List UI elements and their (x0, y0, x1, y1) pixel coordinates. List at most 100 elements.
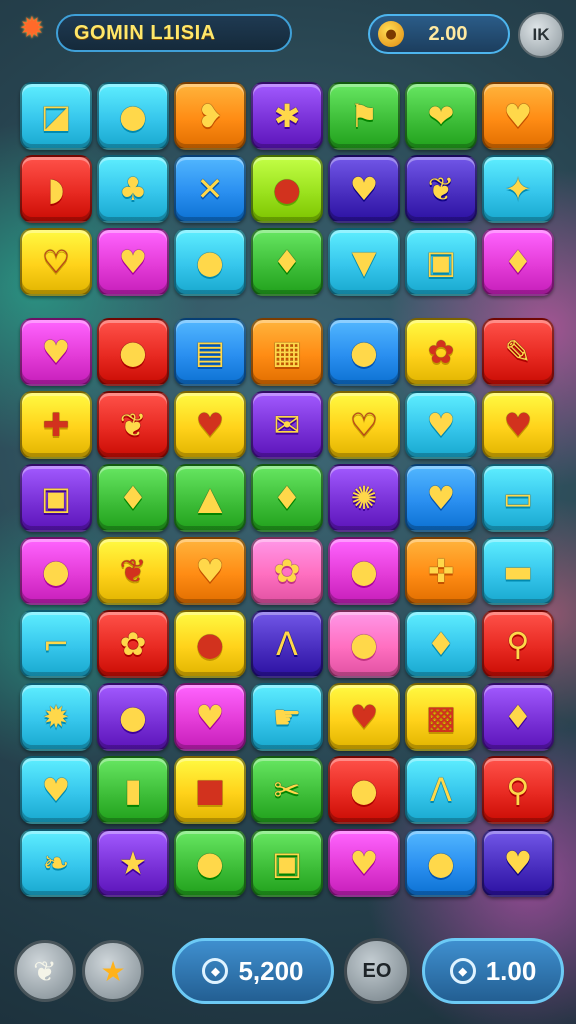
tile-yellow[interactable]: ✚ (20, 391, 92, 459)
tile-yellow[interactable]: ♥ (174, 391, 246, 459)
tile-red[interactable]: ✿ (97, 610, 169, 678)
tile-cyan[interactable]: ✹ (20, 683, 92, 751)
tile-cyan[interactable]: ▬ (482, 537, 554, 605)
heart-pin-icon: ♥ (503, 406, 533, 444)
tile-lime[interactable]: ● (251, 155, 323, 223)
cake-icon: ▩ (425, 698, 457, 736)
top-bar: ✹ GOMIN L1ISIA ● 2.00 IK (0, 0, 576, 70)
tile-blue[interactable]: ● (328, 318, 400, 386)
coin-counter[interactable]: ● 2.00 (368, 14, 510, 54)
tile-red[interactable]: ❦ (97, 391, 169, 459)
heart-icon: ♥ (503, 97, 533, 135)
tile-green[interactable]: ♦ (251, 464, 323, 532)
apple-icon: ● (196, 844, 224, 882)
tile-green[interactable]: ▮ (97, 756, 169, 824)
tile-cyan[interactable]: ▭ (482, 464, 554, 532)
tile-blue[interactable]: ▤ (174, 318, 246, 386)
tile-purple[interactable]: ▣ (20, 464, 92, 532)
tile-cyan[interactable]: ♣ (97, 155, 169, 223)
tile-orange[interactable]: ♥ (482, 82, 554, 150)
star-button[interactable]: ★ (82, 940, 144, 1002)
tile-cyan[interactable]: ♦ (405, 610, 477, 678)
plum-icon: ● (42, 552, 70, 590)
tile-cyan[interactable]: ▼ (328, 228, 400, 296)
tile-orange[interactable]: ▦ (251, 318, 323, 386)
coin-icon: ● (378, 21, 404, 47)
tile-green[interactable]: ♦ (97, 464, 169, 532)
tile-magenta[interactable]: ♥ (97, 228, 169, 296)
tile-red[interactable]: ⚲ (482, 756, 554, 824)
board-bottom: ♥ ● ▤ ▦ ● ✿ ✎ ✚ ❦ ♥ ✉ ♡ ♥ ♥ ▣ ♦ ▲ ♦ ✺ ♥ ▭ ● ❦ ♥ ✿ ● ✜ ▬ ⌐ ✿ ● Λ ● ♦ ⚲ ✹ ● ♥ ☛ ♥… (20, 318, 557, 897)
tile-green[interactable]: ▲ (174, 464, 246, 532)
lock-icon: ▣ (271, 844, 303, 882)
menu-button[interactable]: IK (518, 12, 564, 58)
tile-magenta[interactable]: ♦ (482, 228, 554, 296)
tile-purple[interactable]: ✺ (328, 464, 400, 532)
tile-green[interactable]: ▣ (251, 829, 323, 897)
tile-yellow[interactable]: ♥ (328, 683, 400, 751)
tile-indigo[interactable]: ❦ (405, 155, 477, 223)
heart-icon: ♥ (349, 170, 379, 208)
tile-blue[interactable]: ♥ (405, 464, 477, 532)
tile-red[interactable]: ◗ (20, 155, 92, 223)
tile-red[interactable]: ⚲ (482, 610, 554, 678)
tile-cyan[interactable]: ▣ (405, 228, 477, 296)
carrot-icon: ♦ (503, 698, 533, 736)
tile-cyan[interactable]: ● (174, 228, 246, 296)
tile-cyan[interactable]: ◪ (20, 82, 92, 150)
tile-yellow[interactable]: ● (174, 610, 246, 678)
tile-cyan[interactable]: ♥ (20, 756, 92, 824)
score-pill[interactable]: ◆ 5,200 (172, 938, 334, 1004)
tile-yellow[interactable]: ❦ (97, 537, 169, 605)
apple-icon: ● (350, 771, 378, 809)
tile-red[interactable]: ✎ (482, 318, 554, 386)
tile-red[interactable]: ● (328, 756, 400, 824)
heart-bubble-icon: ❤ (427, 97, 455, 135)
tile-indigo[interactable]: ♥ (482, 829, 554, 897)
tile-purple[interactable]: ★ (97, 829, 169, 897)
tile-magenta[interactable]: ♥ (174, 683, 246, 751)
camera-icon: ▣ (40, 479, 72, 517)
tile-cyan[interactable]: ☛ (251, 683, 323, 751)
tile-cyan[interactable]: ❧ (20, 829, 92, 897)
tile-purple[interactable]: ♦ (482, 683, 554, 751)
tile-orange[interactable]: ❥ (174, 82, 246, 150)
tile-cyan[interactable]: ⌐ (20, 610, 92, 678)
tile-pink[interactable]: ✿ (251, 537, 323, 605)
tile-yellow[interactable]: ▩ (405, 683, 477, 751)
tile-purple[interactable]: ● (97, 683, 169, 751)
tile-yellow[interactable]: ■ (174, 756, 246, 824)
tile-green[interactable]: ● (174, 829, 246, 897)
sun-flower-icon: ✹ (19, 10, 45, 46)
tile-magenta[interactable]: ♥ (20, 318, 92, 386)
tile-orange[interactable]: ♥ (174, 537, 246, 605)
leaf-button[interactable]: ❦ (14, 940, 76, 1002)
tile-yellow[interactable]: ✿ (405, 318, 477, 386)
tile-indigo[interactable]: Λ (251, 610, 323, 678)
tile-cyan[interactable]: Λ (405, 756, 477, 824)
tile-cyan[interactable]: ♥ (405, 391, 477, 459)
tile-orange[interactable]: ✜ (405, 537, 477, 605)
envelope-icon: ◪ (40, 97, 72, 135)
tile-red[interactable]: ● (97, 318, 169, 386)
tile-magenta[interactable]: ♥ (328, 829, 400, 897)
tile-cyan[interactable]: ✦ (482, 155, 554, 223)
tile-green[interactable]: ⚑ (328, 82, 400, 150)
tile-purple[interactable]: ✱ (251, 82, 323, 150)
tile-green[interactable]: ✂ (251, 756, 323, 824)
tile-yellow[interactable]: ♥ (482, 391, 554, 459)
tile-cyan[interactable]: ● (97, 82, 169, 150)
multiplier-pill[interactable]: ◆ 1.00 (422, 938, 564, 1004)
tile-yellow[interactable]: ♡ (20, 228, 92, 296)
tile-green[interactable]: ♦ (251, 228, 323, 296)
tile-magenta[interactable]: ● (328, 537, 400, 605)
tile-magenta[interactable]: ● (20, 537, 92, 605)
tile-indigo[interactable]: ♥ (328, 155, 400, 223)
tile-pink[interactable]: ● (328, 610, 400, 678)
tile-blue[interactable]: ● (405, 829, 477, 897)
tile-yellow[interactable]: ♡ (328, 391, 400, 459)
eo-button[interactable]: EO (344, 938, 410, 1004)
tile-green[interactable]: ❤ (405, 82, 477, 150)
tile-blue[interactable]: ✕ (174, 155, 246, 223)
tile-purple[interactable]: ✉ (251, 391, 323, 459)
